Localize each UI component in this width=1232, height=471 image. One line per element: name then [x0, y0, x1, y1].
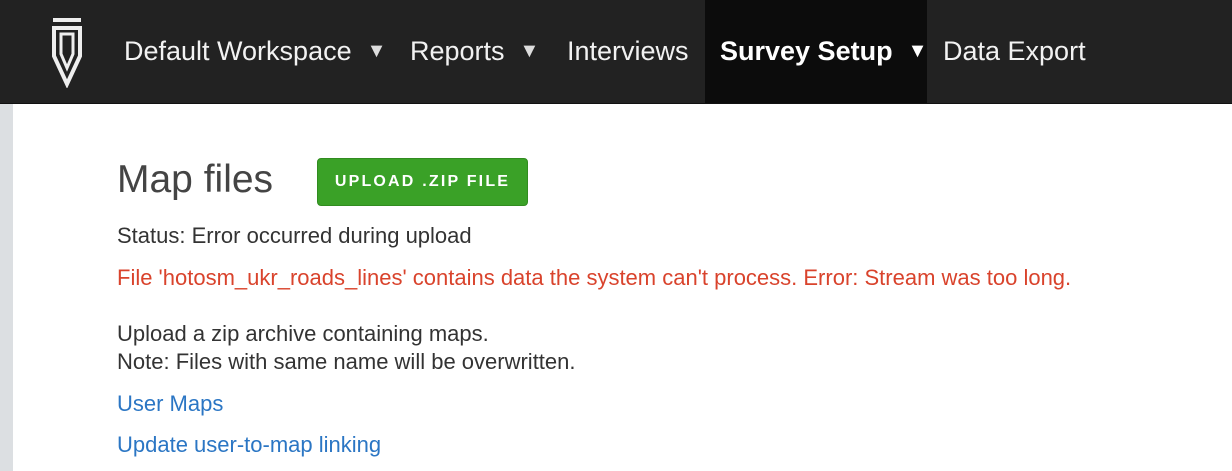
upload-status: Status: Error occurred during upload	[117, 223, 472, 248]
update-user-map-linking-link[interactable]: Update user-to-map linking	[117, 431, 381, 459]
chevron-down-icon: ▼	[519, 40, 540, 62]
left-sidebar-rail	[0, 104, 13, 471]
logo-icon[interactable]	[50, 16, 84, 88]
chevron-down-icon: ▼	[907, 40, 928, 62]
upload-zip-button[interactable]: UPLOAD .ZIP FILE	[317, 158, 528, 206]
nav-reports[interactable]: Reports ▼	[410, 0, 539, 103]
nav-label: Reports	[410, 36, 505, 66]
nav-interviews[interactable]: Interviews	[567, 0, 689, 103]
nav-default-workspace[interactable]: Default Workspace ▼	[124, 0, 386, 103]
upload-instructions: Upload a zip archive containing maps.	[117, 321, 489, 346]
page-title: Map files	[117, 158, 274, 201]
nav-label: Interviews	[567, 36, 689, 66]
top-navbar: Default Workspace ▼ Reports ▼ Interviews…	[0, 0, 1232, 104]
nav-label: Default Workspace	[124, 36, 352, 66]
user-maps-link[interactable]: User Maps	[117, 390, 223, 418]
overwrite-note: Note: Files with same name will be overw…	[117, 349, 576, 374]
chevron-down-icon: ▼	[366, 40, 387, 62]
nav-data-export[interactable]: Data Export	[943, 0, 1086, 103]
nav-label: Survey Setup	[720, 36, 893, 66]
error-message: File 'hotosm_ukr_roads_lines' contains d…	[117, 265, 1072, 290]
nav-label: Data Export	[943, 36, 1086, 66]
nav-survey-setup[interactable]: Survey Setup ▼	[705, 0, 927, 103]
